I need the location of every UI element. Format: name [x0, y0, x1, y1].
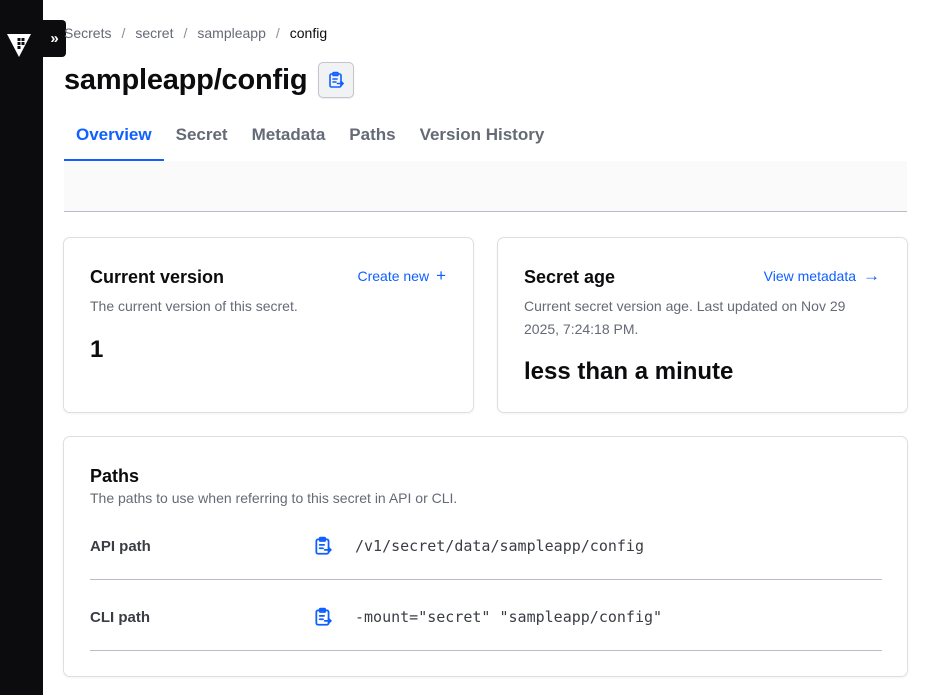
tab-overview[interactable]: Overview: [64, 120, 164, 161]
view-metadata-link[interactable]: View metadata →: [763, 266, 880, 285]
card-title: Current version: [90, 267, 225, 287]
card-title: Paths: [90, 466, 140, 486]
path-label: CLI path: [90, 609, 150, 626]
clipboard-copy-icon[interactable]: [313, 536, 333, 556]
current-version-card: Current version Create new + The current…: [63, 237, 474, 413]
breadcrumb-separator: /: [183, 25, 188, 41]
current-version-value: 1: [90, 336, 104, 363]
tab-version-history[interactable]: Version History: [408, 120, 557, 161]
tab-bar: Overview Secret Metadata Paths Version H…: [64, 120, 907, 162]
main-content: Secrets / secret / sampleapp / config sa…: [43, 0, 928, 695]
card-description: Current secret version age. Last updated…: [524, 298, 846, 337]
clipboard-copy-icon: [329, 71, 345, 88]
title-row: sampleapp/config: [64, 62, 355, 98]
breadcrumb-secret[interactable]: secret: [135, 25, 173, 41]
api-path-row: API path /v1/secret/data/sampleapp/confi…: [90, 510, 882, 580]
tab-paths[interactable]: Paths: [337, 120, 407, 161]
path-label: API path: [90, 538, 151, 555]
breadcrumb-config: config: [289, 25, 328, 41]
vault-logo-icon[interactable]: [6, 32, 32, 58]
page-title: sampleapp/config: [64, 63, 308, 96]
cli-path-row: CLI path -mount="secret" "sampleapp/conf…: [90, 581, 882, 651]
secret-age-value: less than a minute: [524, 358, 734, 385]
breadcrumb-separator: /: [121, 25, 126, 41]
create-new-label: Create new: [357, 268, 430, 284]
breadcrumb: Secrets / secret / sampleapp / config: [64, 25, 327, 41]
plus-icon: +: [436, 266, 446, 285]
card-description: The current version of this secret.: [90, 298, 298, 314]
card-description: The paths to use when referring to this …: [90, 490, 458, 506]
create-new-link[interactable]: Create new +: [357, 266, 446, 285]
tab-metadata[interactable]: Metadata: [240, 120, 338, 161]
app-sidebar: [0, 0, 43, 695]
breadcrumb-sampleapp[interactable]: sampleapp: [197, 25, 266, 41]
tab-secret[interactable]: Secret: [164, 120, 240, 161]
arrow-right-icon: →: [863, 266, 880, 285]
breadcrumb-separator: /: [275, 25, 280, 41]
toolbar: [64, 161, 907, 212]
cli-path-value: -mount="secret" "sampleapp/config": [355, 608, 663, 626]
copy-path-button[interactable]: [318, 62, 355, 98]
secret-age-card: Secret age View metadata → Current secre…: [497, 237, 908, 413]
api-path-value: /v1/secret/data/sampleapp/config: [355, 537, 644, 555]
paths-card: Paths The paths to use when referring to…: [63, 436, 908, 677]
clipboard-copy-icon[interactable]: [313, 607, 333, 627]
card-title: Secret age: [524, 267, 616, 287]
view-metadata-label: View metadata: [763, 268, 856, 284]
breadcrumb-secrets[interactable]: Secrets: [64, 25, 111, 41]
